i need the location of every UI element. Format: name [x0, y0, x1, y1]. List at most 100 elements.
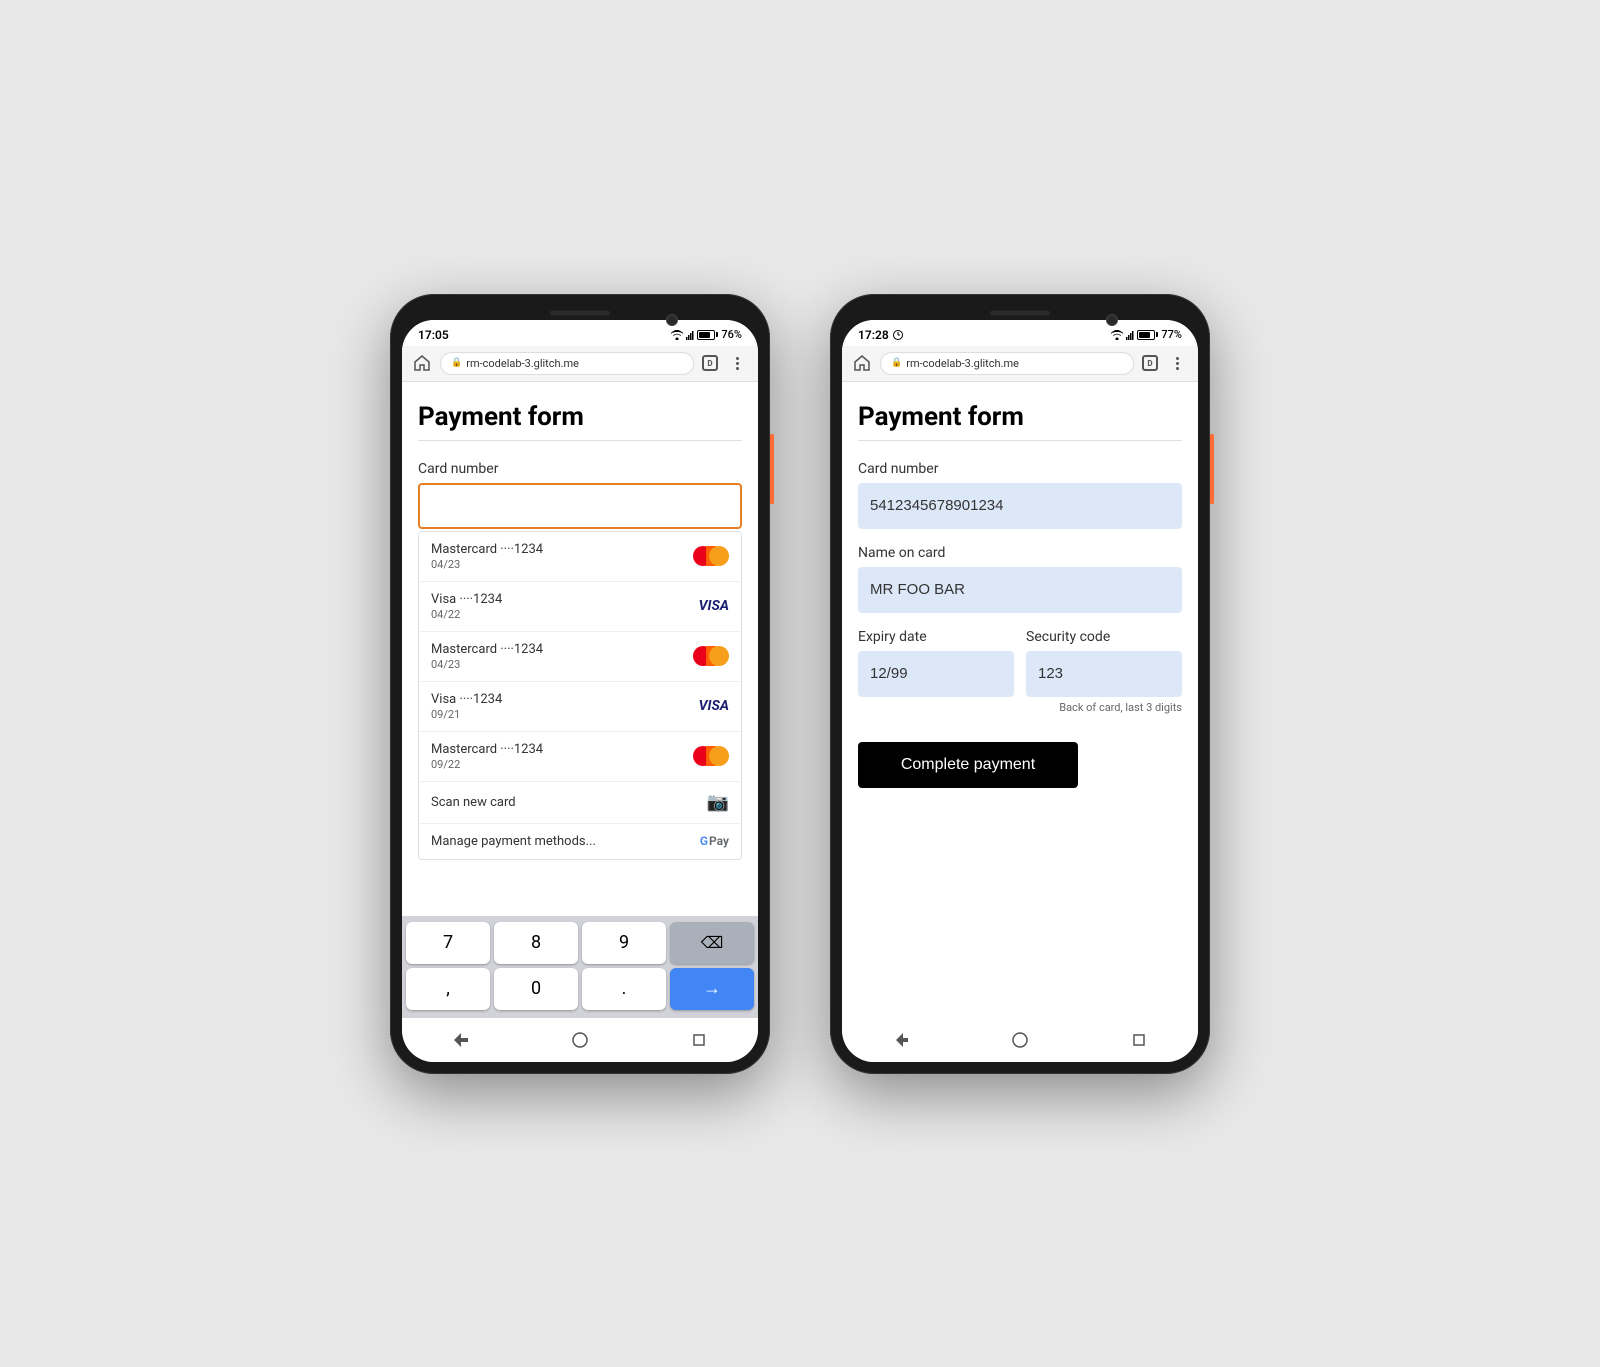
- browser-chrome-1: 🔒 rm-codelab-3.glitch.me D: [402, 346, 758, 382]
- battery-percent-2: 77%: [1161, 328, 1182, 341]
- nav-recents-1[interactable]: [685, 1026, 713, 1054]
- manage-payment-item[interactable]: Manage payment methods... G Pay: [419, 824, 741, 859]
- scan-new-card-item[interactable]: Scan new card 📷: [419, 782, 741, 824]
- signal-icon: [686, 330, 694, 340]
- status-time-2: 17:28: [858, 328, 889, 342]
- key-8[interactable]: 8: [494, 922, 578, 964]
- tab-count-icon-2[interactable]: D: [1142, 355, 1158, 371]
- nav-back-1[interactable]: [447, 1026, 475, 1054]
- card-expiry-5: 09/22: [431, 758, 543, 771]
- visa-icon-2: VISA: [699, 698, 729, 714]
- browser-menu-2[interactable]: [1166, 352, 1188, 374]
- lock-icon-1: 🔒: [451, 358, 462, 368]
- name-input[interactable]: [858, 567, 1182, 613]
- phone-2-device: 17:28: [830, 294, 1210, 1074]
- autocomplete-item-mastercard-2[interactable]: Mastercard ····1234 04/23: [419, 632, 741, 682]
- autocomplete-item-visa-1[interactable]: Visa ····1234 04/22 VISA: [419, 582, 741, 632]
- gpay-icon: G Pay: [700, 834, 729, 848]
- phone-speaker: [550, 310, 610, 315]
- status-icons-1: 76%: [671, 328, 742, 341]
- security-label: Security code: [1026, 629, 1182, 645]
- visa-icon-1: VISA: [699, 598, 729, 614]
- browser-menu-1[interactable]: [726, 352, 748, 374]
- expiry-input[interactable]: [858, 651, 1014, 697]
- url-text-2: rm-codelab-3.glitch.me: [906, 357, 1019, 370]
- page-divider-1: [418, 440, 742, 441]
- card-number-label-2: Card number: [858, 461, 1182, 477]
- home-nav-icon-2: [1012, 1032, 1028, 1048]
- key-9[interactable]: 9: [582, 922, 666, 964]
- security-input[interactable]: [1026, 651, 1182, 697]
- nav-home-1[interactable]: [566, 1026, 594, 1054]
- phone-1-device: 17:05: [390, 294, 770, 1074]
- card-number-field-group-2: Card number: [858, 461, 1182, 529]
- url-text-1: rm-codelab-3.glitch.me: [466, 357, 579, 370]
- card-info-5: Mastercard ····1234 09/22: [431, 742, 543, 771]
- address-bar-2[interactable]: 🔒 rm-codelab-3.glitch.me: [880, 352, 1134, 375]
- card-expiry-4: 09/21: [431, 708, 502, 721]
- keyboard-row-1: 7 8 9 ⌫: [406, 922, 754, 964]
- page-title-1: Payment form: [418, 402, 742, 432]
- phone-2: 17:28: [830, 294, 1210, 1074]
- expiry-label: Expiry date: [858, 629, 1014, 645]
- autocomplete-item-visa-2[interactable]: Visa ····1234 09/21 VISA: [419, 682, 741, 732]
- phone-bottom-nav-1: [402, 1018, 758, 1062]
- key-7[interactable]: 7: [406, 922, 490, 964]
- mastercard-icon-3: [693, 744, 729, 768]
- key-backspace[interactable]: ⌫: [670, 922, 754, 964]
- manage-payment-label: Manage payment methods...: [431, 834, 596, 849]
- status-time-1: 17:05: [418, 328, 449, 342]
- card-expiry-1: 04/23: [431, 558, 543, 571]
- card-name-1: Mastercard ····1234: [431, 542, 543, 557]
- phone-speaker-2: [990, 310, 1050, 315]
- expiry-field-group: Expiry date: [858, 629, 1014, 714]
- card-number-field-group-1: Card number: [418, 461, 742, 529]
- phone-1-screen: 17:05: [402, 320, 758, 1062]
- card-name-2: Visa ····1234: [431, 592, 502, 607]
- keyboard-row-2: , 0 . →: [406, 968, 754, 1010]
- card-number-label-1: Card number: [418, 461, 742, 477]
- tab-count-icon-1[interactable]: D: [702, 355, 718, 371]
- card-info-3: Mastercard ····1234 04/23: [431, 642, 543, 671]
- name-label: Name on card: [858, 545, 1182, 561]
- status-bar-1: 17:05: [402, 320, 758, 346]
- phone-top-bar-2: [842, 306, 1198, 320]
- power-button: [770, 434, 774, 504]
- phone-camera-2: [1106, 314, 1118, 326]
- card-number-input-1[interactable]: [418, 483, 742, 529]
- card-name-5: Mastercard ····1234: [431, 742, 543, 757]
- wifi-icon-2: [1111, 330, 1123, 340]
- card-expiry-2: 04/22: [431, 608, 502, 621]
- clock-icon: [893, 330, 903, 340]
- key-0[interactable]: 0: [494, 968, 578, 1010]
- address-bar-1[interactable]: 🔒 rm-codelab-3.glitch.me: [440, 352, 694, 375]
- phone-top-bar: [402, 306, 758, 320]
- submit-area: Complete payment: [858, 734, 1182, 788]
- power-button-2: [1210, 434, 1214, 504]
- nav-recents-2[interactable]: [1125, 1026, 1153, 1054]
- home-icon: [414, 355, 430, 371]
- battery-icon-2: [1137, 330, 1158, 340]
- card-info-1: Mastercard ····1234 04/23: [431, 542, 543, 571]
- key-next[interactable]: →: [670, 968, 754, 1010]
- battery-percent-1: 76%: [721, 328, 742, 341]
- card-number-input-2[interactable]: [858, 483, 1182, 529]
- key-comma[interactable]: ,: [406, 968, 490, 1010]
- back-icon-2: [894, 1033, 908, 1047]
- key-dot[interactable]: .: [582, 968, 666, 1010]
- home-button-2[interactable]: [852, 353, 872, 373]
- card-info-4: Visa ····1234 09/21: [431, 692, 502, 721]
- autocomplete-item-mastercard-3[interactable]: Mastercard ····1234 09/22: [419, 732, 741, 782]
- home-button-1[interactable]: [412, 353, 432, 373]
- security-hint: Back of card, last 3 digits: [1026, 701, 1182, 714]
- status-time-group-2: 17:28: [858, 328, 903, 342]
- phone-2-screen: 17:28: [842, 320, 1198, 1062]
- card-name-4: Visa ····1234: [431, 692, 502, 707]
- phone-1: 17:05: [390, 294, 770, 1074]
- nav-back-2[interactable]: [887, 1026, 915, 1054]
- autocomplete-item-mastercard-1[interactable]: Mastercard ····1234 04/23: [419, 532, 741, 582]
- nav-home-2[interactable]: [1006, 1026, 1034, 1054]
- complete-payment-button[interactable]: Complete payment: [858, 742, 1078, 788]
- page-divider-2: [858, 440, 1182, 441]
- security-field-group: Security code Back of card, last 3 digit…: [1026, 629, 1182, 714]
